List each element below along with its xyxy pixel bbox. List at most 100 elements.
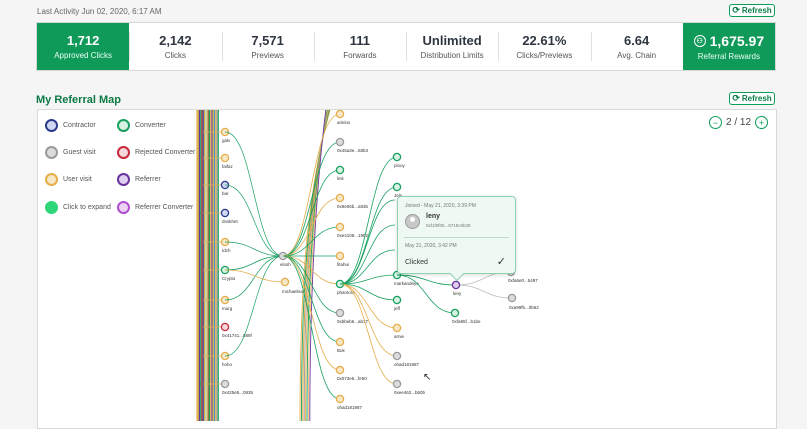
legend-label: Converter [135,122,166,129]
graph-node-label: arnie [394,334,405,339]
graph-node[interactable] [335,193,345,203]
graph-node-label: 0x41741...589f [222,333,253,338]
graph-node-label: fitahui [337,262,349,267]
graph-node[interactable] [392,182,402,192]
tooltip-divider [404,237,509,238]
graph-node[interactable] [335,251,345,261]
graph-node[interactable] [335,222,345,232]
graph-node[interactable] [335,337,345,347]
graph-node[interactable] [220,379,230,389]
graph-node[interactable] [335,394,345,404]
legend-label: Guest visit [63,149,96,156]
graph-node-label: jeff [393,306,401,311]
legend-item: User visit [45,173,92,186]
graph-node-label: leny [453,291,462,296]
graph-node[interactable] [335,137,345,147]
graph-node-label: faifaz [222,164,234,169]
graph-node[interactable] [220,208,230,218]
graph-node-label: michaeliso [282,289,304,294]
legend-swatch [117,173,130,186]
legend-item: Guest visit [45,146,96,159]
graph-node-label: dnskhet [222,219,239,224]
graph-node-label: Buk [337,348,346,353]
graph-node-label: 0xfa6e0...5497 [508,278,538,283]
graph-node-label: bar [222,191,229,196]
legend-label: Click to expand [63,204,111,211]
graph-node[interactable] [335,165,345,175]
graph-node-label: tdch [222,248,231,253]
graph-node-label: ohad181987 [337,405,363,410]
legend-swatch [45,146,58,159]
plus-icon[interactable]: + [755,116,769,129]
graph-node[interactable] [220,322,230,332]
graph-edge [339,283,398,385]
graph-node-label: 0xee462...b60b [394,390,426,395]
graph-node-label: 0xfa95f...b1be [452,319,481,324]
graph-node-label: 0x425e5...0935 [222,390,254,395]
graph-node-label: pinoy [394,163,406,168]
tooltip-date: May 21, 2020, 3:42 PM [405,243,457,249]
legend-swatch [117,119,130,132]
graph-node[interactable] [392,152,402,162]
graph-edge [224,255,284,357]
graph-node-label: phantom [337,290,355,295]
graph-node-label: hoho [222,362,233,367]
graph-node-label: arielos [337,120,351,125]
graph-node-label: 0xa99fb...0b62 [509,305,539,310]
check-icon: ✓ [496,256,506,268]
graph-node-label: 0x073e5...fe50 [337,376,367,381]
legend-swatch [45,173,58,186]
graph-node-label: link [337,176,345,181]
legend-item: Contractor [45,119,96,132]
legend-label: Referrer [135,176,161,183]
legend-item: Click to expand [45,201,111,214]
legend-label: Rejected Converter [135,149,196,156]
graph-node-label: ohad181987 [394,362,420,367]
graph-node[interactable] [392,351,402,361]
graph-node[interactable] [392,379,402,389]
legend-item: Converter [117,119,166,132]
graph-node-label: 0x45a3e...58b3 [337,148,369,153]
legend-swatch [45,201,58,214]
legend-swatch [45,119,58,132]
graph-edge [455,284,513,299]
graph-edge [339,199,396,285]
mouse-cursor-icon: ↖ [423,372,432,383]
legend-label: Referrer Converter [135,204,194,211]
avatar [405,214,420,229]
graph-node-label: elosh [280,262,291,267]
graph-edge [224,131,284,257]
graph-node[interactable] [335,110,345,119]
graph-node[interactable] [335,365,345,375]
legend-item: Referrer [117,173,161,186]
tooltip-status: Clicked [405,259,428,266]
graph-node-label: 0x9e06b...a93b [337,204,369,209]
graph-node[interactable] [392,295,402,305]
legend-swatch [117,146,130,159]
graph-node-label: 0xe4109...1962 [337,233,369,238]
graph-node[interactable] [451,280,461,290]
legend-item: Referrer Converter [117,201,193,214]
tooltip-address: 0xf1f0f0b...6715c0b39 [426,223,471,228]
graph-edge [224,255,284,271]
graph-edge [282,169,341,257]
minus-icon[interactable]: − [709,116,722,129]
legend-item: Rejected Converter [117,146,195,159]
graph-node[interactable] [280,277,290,287]
graph-node[interactable] [220,153,230,163]
graph-node[interactable] [392,323,402,333]
graph-node[interactable] [450,308,460,318]
graph-node-label: galv [222,138,231,143]
pagination: − 2 / 12 + [709,116,769,129]
graph-node-label: murg [222,306,233,311]
node-tooltip: Joined - May 21, 2020, 3:39 PM leny 0xf1… [397,196,516,274]
legend-label: User visit [63,176,92,183]
page-indicator: 2 / 12 [726,117,752,128]
tooltip-joined: Joined - May 21, 2020, 3:39 PM [405,203,476,209]
graph-node-label: 0xbbeb6...ab37 [337,319,369,324]
graph-node[interactable] [335,308,345,318]
graph-node-label: Crypto [222,276,236,281]
tooltip-name: leny [426,213,441,220]
graph-node[interactable] [507,293,517,303]
legend-swatch [117,201,130,214]
